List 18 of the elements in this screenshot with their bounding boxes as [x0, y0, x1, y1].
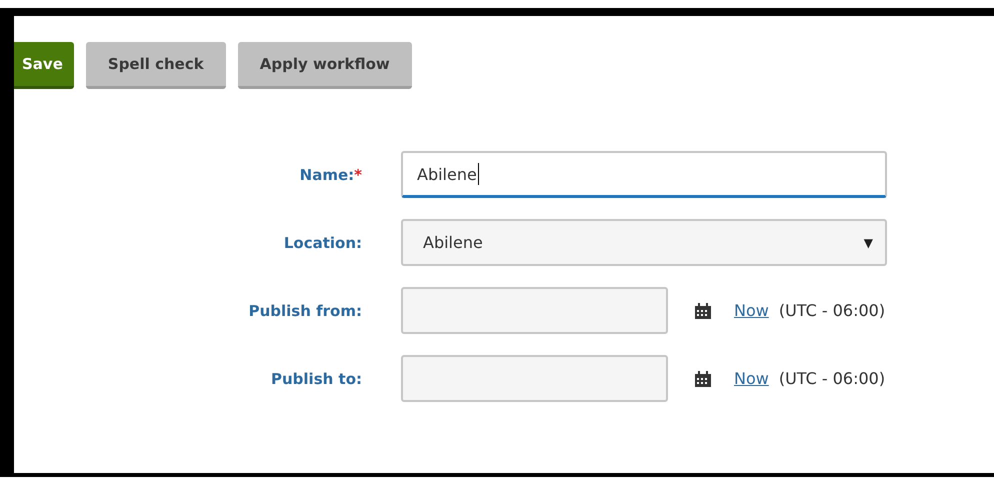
calendar-icon[interactable] — [694, 302, 712, 320]
field-label: Publish to: — [270, 370, 362, 388]
name-field[interactable]: Abilene — [401, 151, 887, 198]
toolbar-button[interactable]: Apply workflow — [238, 42, 412, 89]
required-mark: * — [354, 166, 362, 184]
location-dropdown[interactable]: Abilene ▼ — [401, 219, 887, 266]
field-label: Location: — [282, 234, 362, 252]
now-link[interactable]: Now — [734, 369, 769, 388]
timezone-text: (UTC - 06:00) — [778, 301, 886, 320]
calendar-icon[interactable] — [694, 370, 712, 388]
toolbar-button[interactable]: Spell check — [86, 42, 226, 89]
date-field[interactable] — [401, 287, 668, 334]
field-label: Name:* — [298, 166, 362, 184]
now-link[interactable]: Now — [734, 301, 769, 320]
field-label: Publish from: — [248, 302, 362, 320]
timezone-text: (UTC - 06:00) — [778, 369, 886, 388]
save-button[interactable]: Save — [14, 42, 74, 89]
date-field[interactable] — [401, 355, 668, 402]
